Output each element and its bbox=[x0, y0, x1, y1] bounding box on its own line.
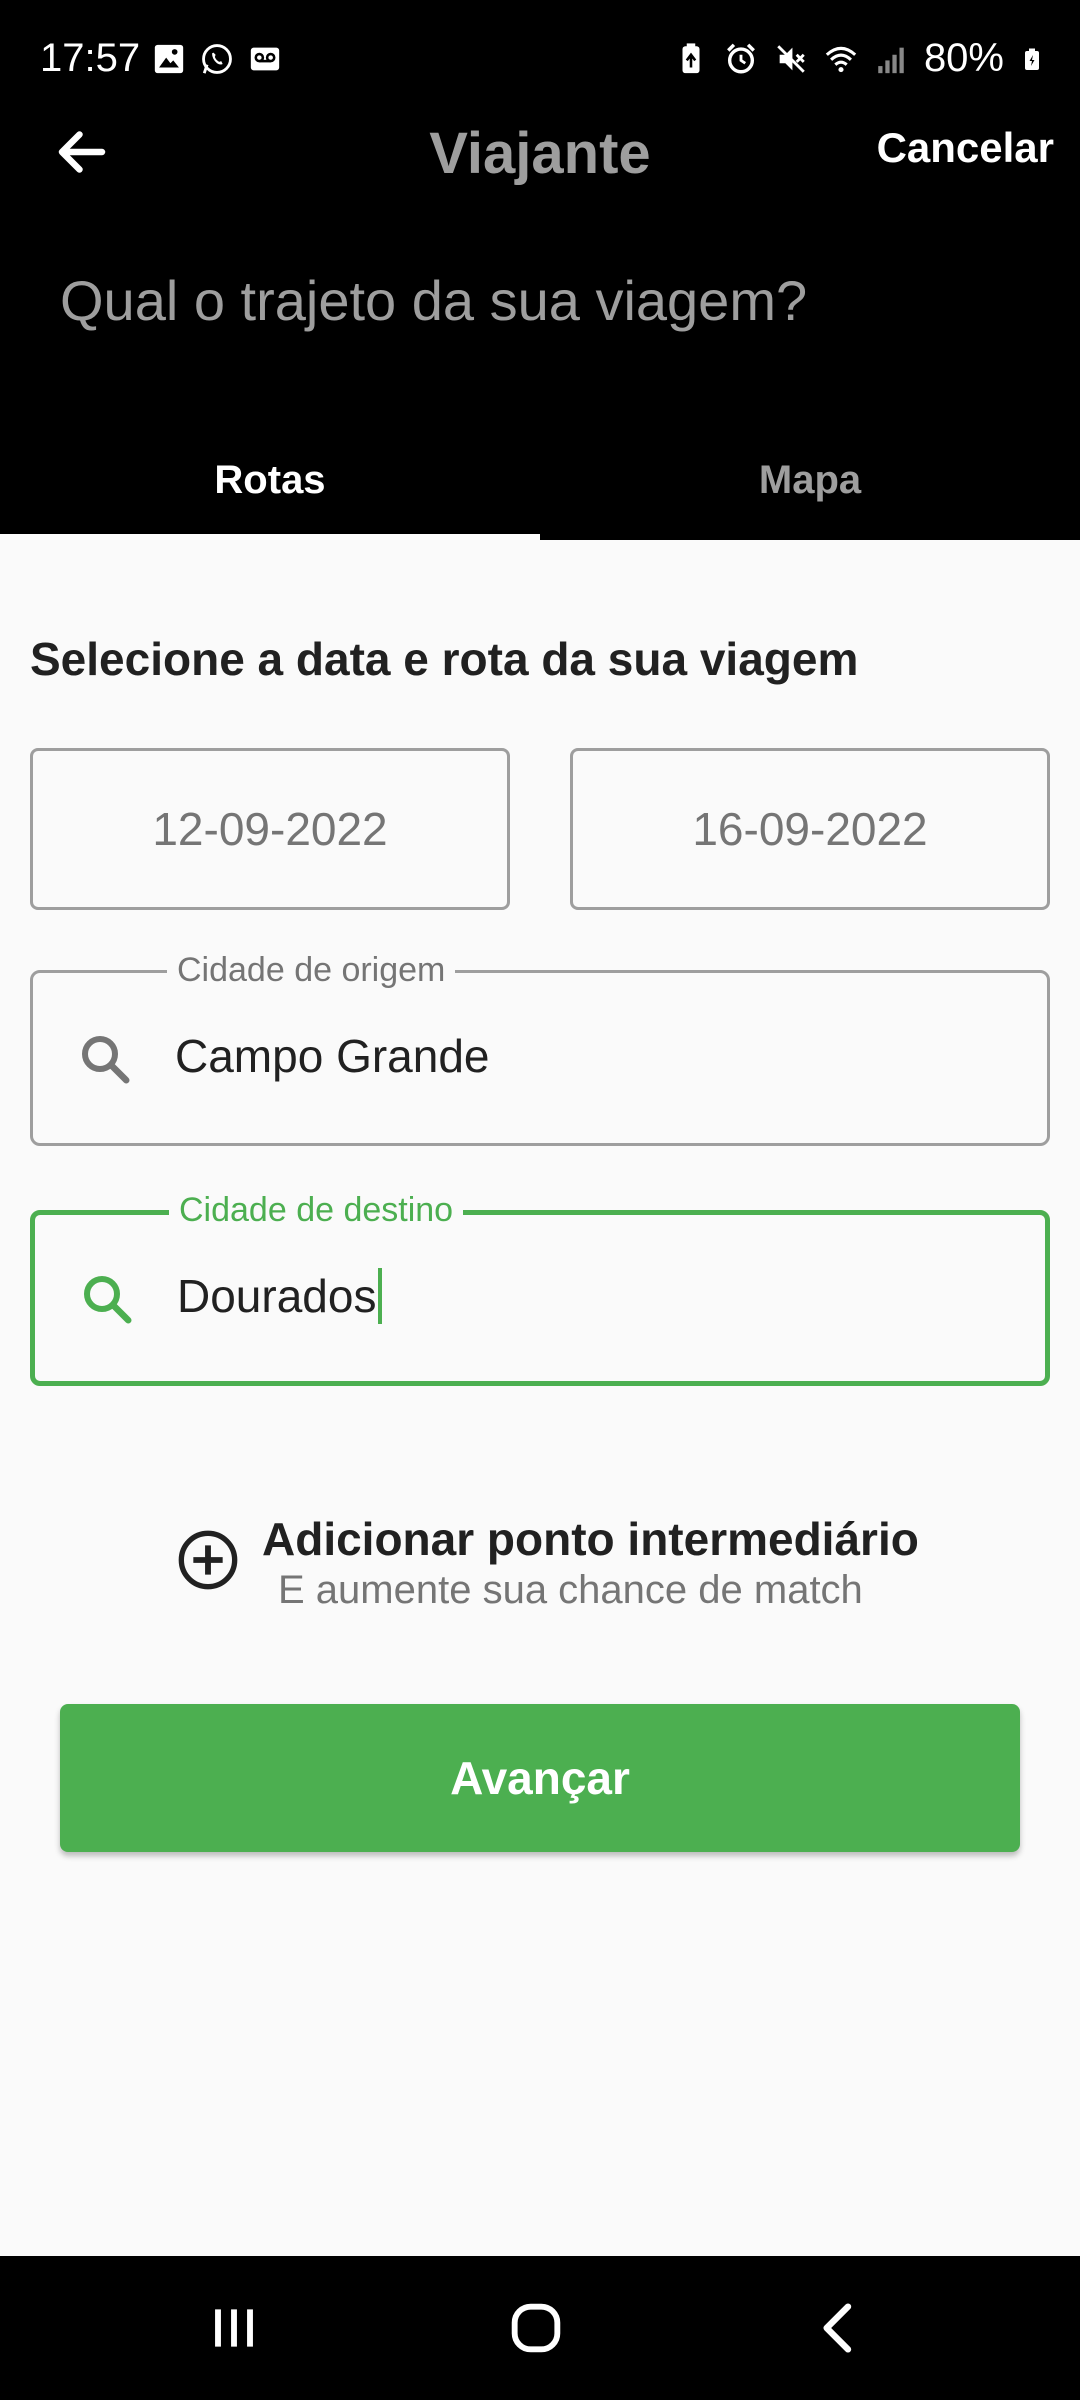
mute-icon bbox=[777, 44, 805, 73]
add-waypoint-button[interactable]: Adicionar ponto intermediário E aumente … bbox=[176, 1508, 936, 1618]
add-waypoint-subtitle: E aumente sua chance de match bbox=[278, 1568, 863, 1612]
start-date-field[interactable]: 12-09-2022 bbox=[30, 748, 510, 910]
destination-city-field[interactable]: Cidade de destino Dourados bbox=[30, 1191, 1050, 1386]
tab-indicator bbox=[0, 534, 540, 540]
alarm-icon bbox=[726, 43, 755, 73]
battery-icon bbox=[1025, 48, 1039, 70]
status-time: 17:57 bbox=[40, 36, 141, 80]
battery-percent: 80% bbox=[923, 36, 1004, 80]
voicemail-icon bbox=[250, 47, 280, 71]
back-icon[interactable] bbox=[808, 2296, 872, 2360]
trip-question: Qual o trajeto da sua viagem? bbox=[60, 269, 808, 332]
home-icon[interactable] bbox=[504, 2296, 568, 2360]
tab-rotas[interactable]: Rotas bbox=[0, 420, 540, 540]
add-circle-icon bbox=[178, 1530, 238, 1590]
destination-city-input-wrap[interactable]: Dourados bbox=[177, 1267, 383, 1328]
search-icon bbox=[82, 1036, 130, 1084]
text-cursor bbox=[378, 1267, 383, 1324]
origin-city-label: Cidade de origem bbox=[167, 951, 456, 990]
origin-city-input[interactable]: Campo Grande bbox=[175, 1029, 490, 1083]
battery-saver-icon bbox=[682, 42, 700, 73]
whatsapp-icon bbox=[202, 44, 232, 74]
header-area: 17:57 80% Viajante Cancelar Qual o traje… bbox=[0, 0, 1080, 540]
app-bar: Viajante Cancelar bbox=[0, 100, 1080, 200]
add-waypoint-title: Adicionar ponto intermediário bbox=[262, 1513, 919, 1565]
signal-icon bbox=[878, 47, 904, 73]
end-date-field[interactable]: 16-09-2022 bbox=[570, 748, 1050, 910]
recents-icon[interactable] bbox=[202, 2296, 266, 2360]
advance-button[interactable]: Avançar bbox=[60, 1704, 1020, 1852]
search-icon bbox=[84, 1276, 132, 1324]
wifi-icon bbox=[825, 46, 857, 72]
tab-mapa[interactable]: Mapa bbox=[540, 420, 1080, 540]
origin-city-field[interactable]: Cidade de origem Campo Grande bbox=[30, 951, 1050, 1146]
image-icon bbox=[154, 44, 184, 74]
system-nav-bar bbox=[0, 2256, 1080, 2400]
cancel-button[interactable]: Cancelar bbox=[877, 124, 1054, 172]
status-left-icons bbox=[152, 42, 282, 76]
destination-city-label: Cidade de destino bbox=[169, 1191, 464, 1230]
destination-city-input[interactable]: Dourados bbox=[177, 1270, 376, 1322]
status-right-icons: 80% bbox=[674, 36, 1044, 81]
tab-bar: Rotas Mapa bbox=[0, 420, 1080, 540]
section-title: Selecione a data e rota da sua viagem bbox=[30, 633, 859, 685]
